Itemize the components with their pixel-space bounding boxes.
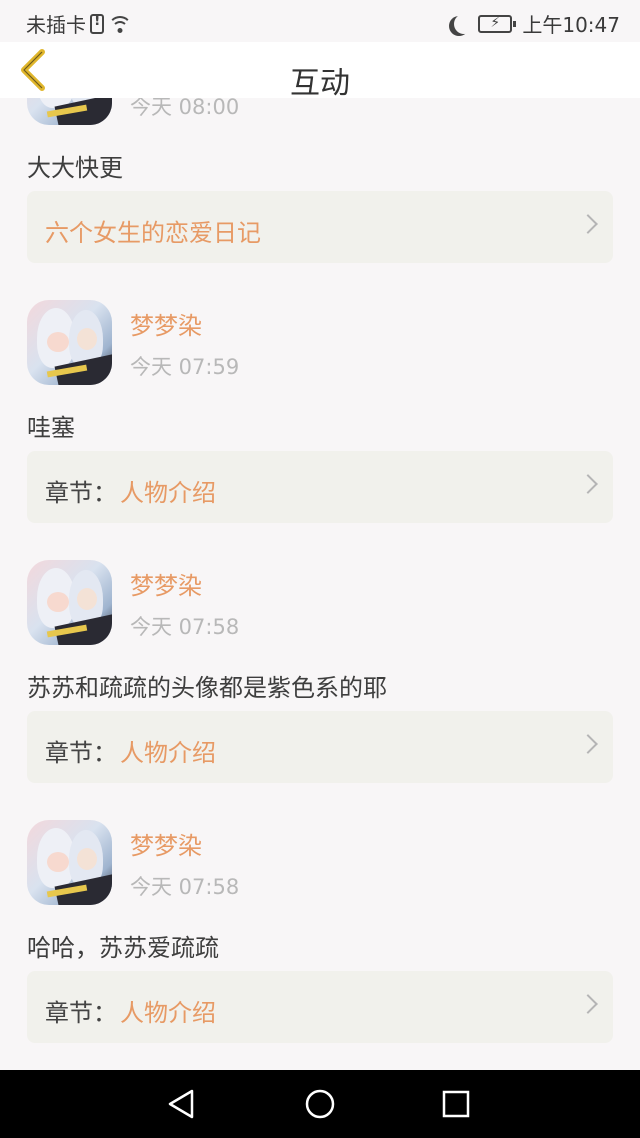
- screen: 今天 08:00 大大快更 六个女生的恋爱日记 梦梦染 今天 07:59 哇塞 …: [0, 0, 640, 1138]
- comment-text: 哇塞: [27, 414, 75, 442]
- chevron-right-icon: [578, 214, 598, 234]
- comment-time: 今天 07:58: [130, 875, 240, 899]
- comment-username[interactable]: 梦梦染: [130, 826, 202, 861]
- ref-card[interactable]: 章节： 人物介绍: [27, 711, 613, 783]
- comment-text: 哈哈，苏苏爱疏疏: [27, 934, 219, 962]
- ref-prefix: 章节：: [45, 479, 117, 507]
- comment-time: 今天 07:58: [130, 615, 240, 639]
- ref-prefix: 章节：: [45, 739, 117, 767]
- comment-item: 梦梦染 今天 07:58 哈哈，苏苏爱疏疏 章节： 人物介绍: [0, 820, 640, 1080]
- circle-home-icon: [305, 1089, 335, 1119]
- do-not-disturb-icon: [454, 14, 474, 34]
- battery-icon: ⚡: [478, 14, 517, 33]
- comment-item: 梦梦染 今天 07:59 哇塞 章节： 人物介绍: [0, 300, 640, 560]
- carrier-label: 未插卡: [26, 13, 86, 37]
- ref-card[interactable]: 六个女生的恋爱日记: [27, 191, 613, 263]
- system-back-button[interactable]: [166, 1088, 198, 1120]
- wifi-icon: [108, 14, 132, 34]
- square-recents-icon: [442, 1090, 470, 1118]
- sim-alert-icon: [90, 13, 104, 34]
- comment-time: 今天 07:59: [130, 355, 240, 379]
- system-nav-bar: [0, 1070, 640, 1138]
- ref-title: 人物介绍: [120, 999, 216, 1027]
- status-bar: 未插卡 ⚡ 上午10:47: [0, 0, 640, 42]
- comment-text: 大大快更: [27, 154, 123, 182]
- ref-title: 人物介绍: [120, 739, 216, 767]
- comment-username[interactable]: 梦梦染: [130, 566, 202, 601]
- triangle-back-icon: [168, 1089, 194, 1119]
- system-home-button[interactable]: [304, 1088, 336, 1120]
- avatar[interactable]: [27, 560, 112, 645]
- header-bar: 互动: [0, 42, 640, 101]
- chevron-right-icon: [578, 994, 598, 1014]
- avatar[interactable]: [27, 300, 112, 385]
- ref-title: 人物介绍: [120, 479, 216, 507]
- clock: 上午10:47: [522, 13, 620, 37]
- comment-item: 梦梦染 今天 07:58 苏苏和疏疏的头像都是紫色系的耶 章节： 人物介绍: [0, 560, 640, 820]
- chevron-right-icon: [578, 474, 598, 494]
- ref-title: 六个女生的恋爱日记: [45, 219, 261, 247]
- ref-prefix: 章节：: [45, 999, 117, 1027]
- ref-card[interactable]: 章节： 人物介绍: [27, 971, 613, 1043]
- system-recents-button[interactable]: [440, 1088, 472, 1120]
- comment-text: 苏苏和疏疏的头像都是紫色系的耶: [27, 674, 387, 702]
- comment-username[interactable]: 梦梦染: [130, 306, 202, 341]
- chevron-right-icon: [578, 734, 598, 754]
- comment-list: 今天 08:00 大大快更 六个女生的恋爱日记 梦梦染 今天 07:59 哇塞 …: [0, 40, 640, 1080]
- page-title: 互动: [290, 66, 350, 101]
- ref-card[interactable]: 章节： 人物介绍: [27, 451, 613, 523]
- avatar[interactable]: [27, 820, 112, 905]
